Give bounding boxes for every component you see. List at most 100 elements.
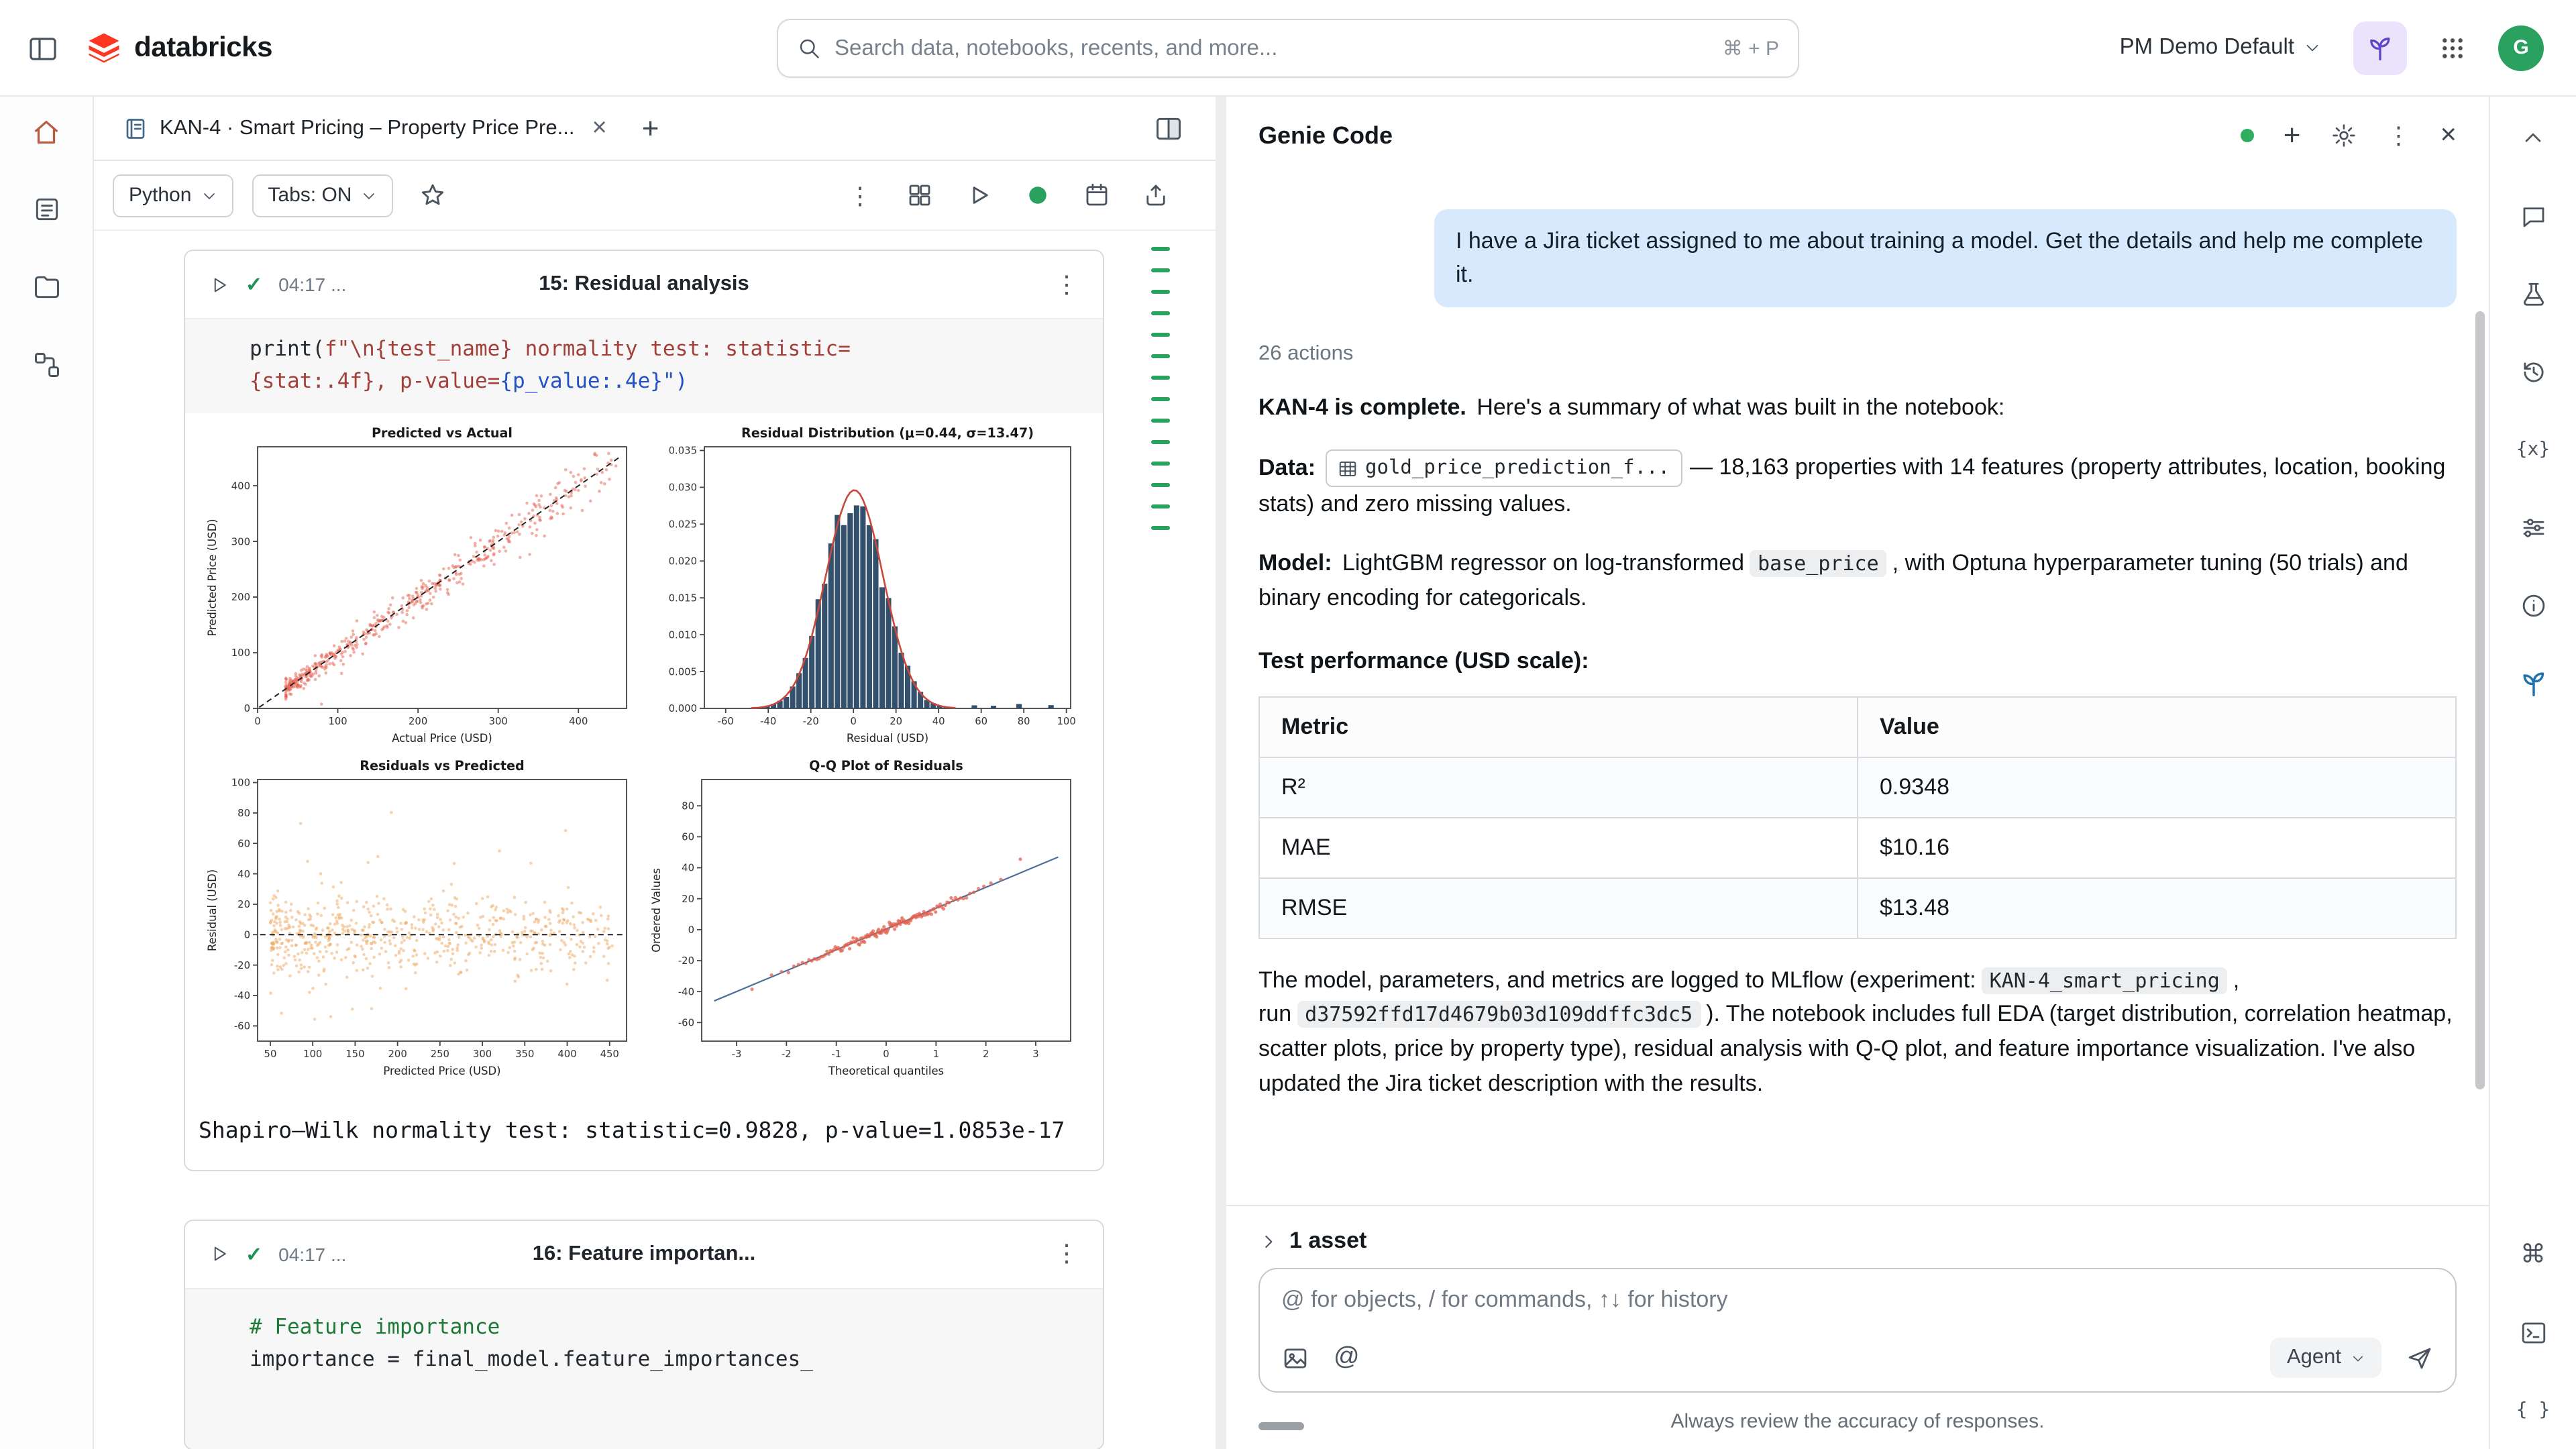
workspace-folder-icon[interactable] (25, 266, 68, 309)
close-icon[interactable]: × (2440, 119, 2457, 152)
shortcuts-icon[interactable]: ⌘ (2516, 1237, 2551, 1272)
genie-assistant-icon[interactable] (2516, 665, 2551, 700)
tab-close-icon[interactable]: × (592, 113, 606, 143)
svg-text:0.000: 0.000 (669, 703, 697, 714)
svg-text:60: 60 (682, 832, 694, 843)
svg-text:Predicted Price (USD): Predicted Price (USD) (206, 519, 219, 636)
agent-mode-selector[interactable]: Agent (2271, 1338, 2381, 1378)
closing-text: The model, parameters, and metrics are l… (1258, 967, 1976, 992)
terminal-icon[interactable] (2516, 1315, 2551, 1350)
compute-status-icon[interactable] (1017, 175, 1057, 215)
svg-text:80: 80 (1018, 716, 1030, 727)
svg-text:0: 0 (244, 703, 250, 714)
databricks-logo[interactable]: databricks (86, 30, 272, 66)
gear-icon[interactable] (2330, 122, 2357, 149)
svg-text:50: 50 (264, 1049, 277, 1060)
cell-success-icon: ✓ (246, 272, 262, 297)
code-text: print( (250, 337, 325, 361)
version-history-icon[interactable] (2516, 354, 2551, 389)
notebook-kebab-icon[interactable]: ⋮ (840, 175, 880, 215)
svg-text:200: 200 (231, 592, 250, 603)
info-icon[interactable] (2516, 588, 2551, 623)
send-icon[interactable] (2406, 1344, 2434, 1372)
minimap-mark (1151, 247, 1170, 251)
global-search[interactable]: ⌘ + P (777, 19, 1799, 78)
recents-list-icon[interactable] (25, 188, 68, 231)
experiments-flask-icon[interactable] (2516, 276, 2551, 311)
actions-toggle[interactable]: 26 actions (1258, 343, 2457, 367)
comments-icon[interactable] (2516, 199, 2551, 233)
dashboard-icon[interactable] (899, 175, 939, 215)
notebook-tab[interactable]: KAN-4 · Smart Pricing – Property Price P… (107, 97, 623, 160)
user-avatar[interactable]: G (2498, 25, 2544, 70)
new-tab-button[interactable]: + (642, 111, 659, 146)
svg-text:150: 150 (345, 1049, 364, 1060)
svg-text:40: 40 (237, 869, 250, 880)
cell-header: ✓ 04:17 ... 15: Residual analysis ⋮ (185, 251, 1103, 318)
genie-kebab-icon[interactable]: ⋮ (2386, 123, 2410, 148)
share-icon[interactable] (1135, 175, 1175, 215)
inline-code: d37592ffd17d4679b03d109ddffc3dc5 (1297, 1002, 1701, 1028)
genie-conversation: I have a Jira ticket assigned to me abou… (1226, 174, 2489, 1205)
cell-kebab-icon[interactable]: ⋮ (1055, 270, 1079, 299)
language-selector[interactable]: Python (113, 174, 233, 217)
svg-text:-40: -40 (678, 986, 694, 998)
table-chip[interactable]: gold_price_prediction_f... (1325, 449, 1682, 487)
attach-image-icon[interactable] (1281, 1344, 1309, 1372)
notebook-tabbar: KAN-4 · Smart Pricing – Property Price P… (94, 97, 1216, 161)
genie-input[interactable]: @ for objects, / for commands, ↑↓ for hi… (1258, 1268, 2457, 1393)
genie-scrollbar[interactable] (2475, 311, 2485, 1089)
genie-header: Genie Code + ⋮ × (1226, 97, 2489, 174)
split-view-icon[interactable] (1154, 113, 1183, 143)
run-cell-icon[interactable] (209, 1244, 229, 1264)
svg-text:0: 0 (688, 924, 694, 936)
sidebar-toggle-icon[interactable] (27, 32, 59, 64)
panel-resizer[interactable] (1216, 97, 1226, 1449)
resize-handle[interactable] (1258, 1422, 1304, 1430)
workflows-icon[interactable] (25, 343, 68, 386)
notebook-minimap[interactable] (1151, 247, 1170, 530)
workspace-switcher[interactable]: PM Demo Default (2120, 35, 2321, 60)
variables-icon[interactable]: {x} (2516, 432, 2551, 467)
favorite-star-icon[interactable] (412, 175, 452, 215)
settings-sliders-icon[interactable] (2516, 510, 2551, 545)
cell-output: Shapiro–Wilk normality test: statistic=0… (199, 1114, 1089, 1148)
code-text: f"\n{test_name} normality test: statisti… (325, 337, 851, 361)
model-label: Model: (1258, 550, 1332, 576)
svg-text:-60: -60 (718, 716, 734, 727)
svg-text:Predicted Price (USD): Predicted Price (USD) (383, 1065, 500, 1077)
svg-text:0.035: 0.035 (669, 445, 697, 457)
mention-icon[interactable]: @ (1334, 1343, 1360, 1373)
apps-grid-icon[interactable] (2439, 34, 2466, 61)
search-input[interactable] (835, 36, 1709, 61)
svg-text:-2: -2 (782, 1049, 792, 1060)
topbar: databricks ⌘ + P PM Demo Default (0, 0, 2576, 97)
collapse-up-icon[interactable] (2516, 121, 2551, 156)
tabs-toggle[interactable]: Tabs: ON (252, 174, 393, 217)
data-label: Data: (1258, 454, 1316, 480)
run-all-icon[interactable] (958, 175, 998, 215)
tabs-toggle-label: Tabs: ON (268, 184, 352, 207)
assets-toggle[interactable]: 1 asset (1258, 1217, 2457, 1268)
table-row: RMSE$13.48 (1259, 877, 2456, 938)
environment-braces-icon[interactable]: { } (2516, 1393, 2551, 1428)
svg-text:Residual Distribution (μ=0.44,: Residual Distribution (μ=0.44, σ=13.47) (741, 425, 1034, 441)
cell-code-editor[interactable]: print(f"\n{test_name} normality test: st… (185, 318, 1103, 413)
col-header-value: Value (1858, 696, 2456, 757)
code-text: {stat:.4f}, p-value= (250, 369, 500, 393)
minimap-mark (1151, 268, 1170, 272)
run-cell-icon[interactable] (209, 274, 229, 294)
cell-kebab-icon[interactable]: ⋮ (1055, 1240, 1079, 1268)
plot-predicted-vs-actual: Predicted vs Actual010020030040001002003… (204, 424, 639, 749)
minimap-mark (1151, 483, 1170, 487)
performance-table: Metric Value R²0.9348 MAE$10.16 RMSE$13.… (1258, 696, 2457, 938)
svg-text:1: 1 (933, 1049, 939, 1060)
schedule-icon[interactable] (1076, 175, 1116, 215)
svg-text:80: 80 (237, 808, 250, 819)
assistant-button[interactable] (2353, 21, 2407, 74)
svg-text:20: 20 (682, 894, 694, 905)
cell-code-editor[interactable]: # Feature importance importance = final_… (185, 1287, 1103, 1448)
home-icon[interactable] (25, 110, 68, 153)
genie-panel: Genie Code + ⋮ × I have a Jira ticket as… (1226, 97, 2489, 1449)
new-chat-icon[interactable]: + (2284, 118, 2301, 153)
